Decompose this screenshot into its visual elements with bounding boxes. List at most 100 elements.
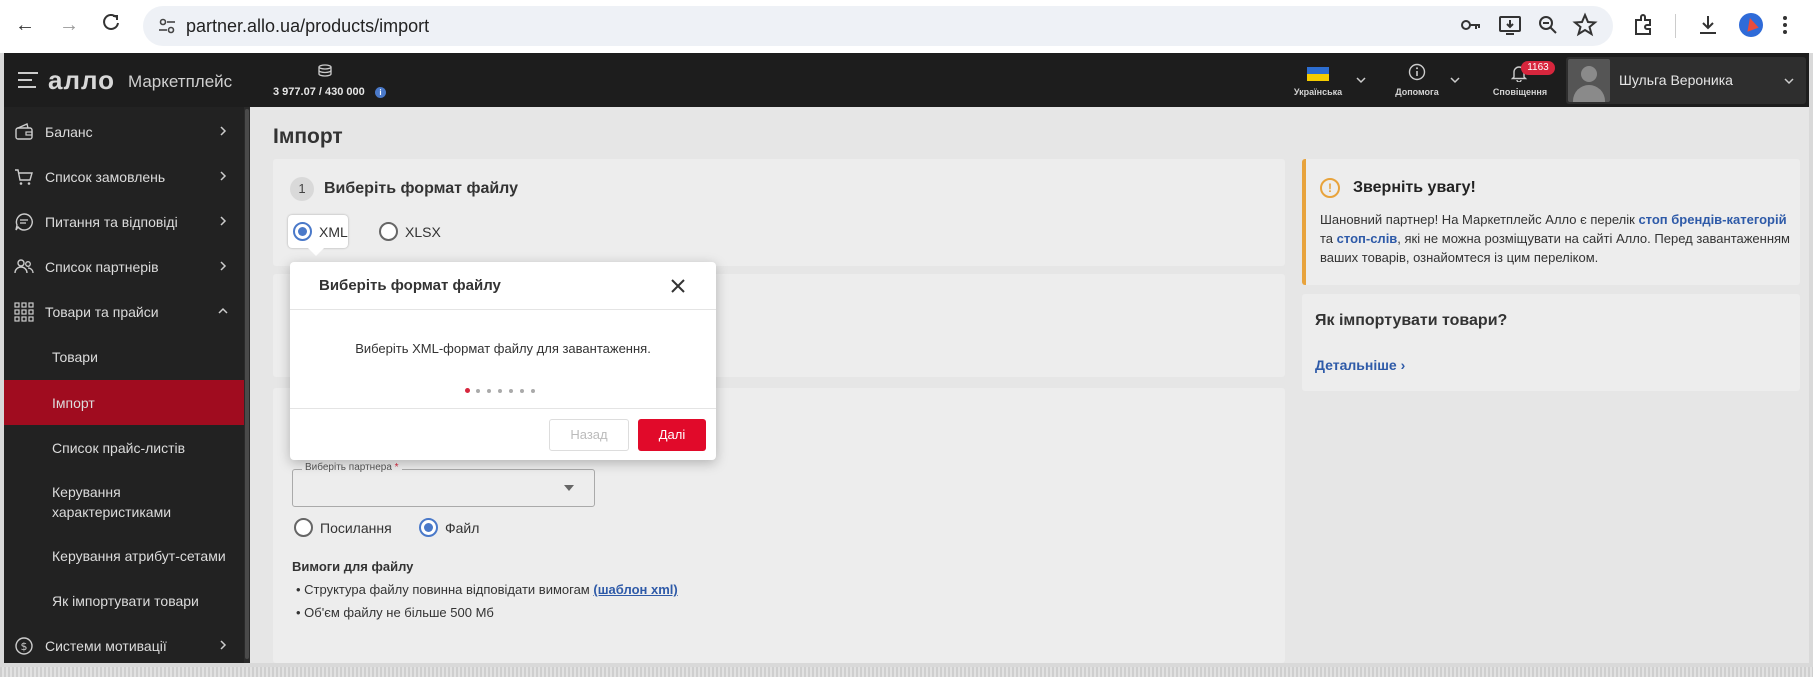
stop-words-link[interactable]: стоп-слів <box>1337 231 1398 246</box>
cart-icon <box>15 169 33 185</box>
sidebar: Баланс Список замовлень Питання та відпо… <box>4 107 246 663</box>
chevron-right-icon <box>220 216 227 226</box>
requirement-item: • Структура файлу повинна відповідати ви… <box>296 582 678 597</box>
password-key-icon[interactable] <box>1458 12 1484 38</box>
next-button[interactable]: Далі <box>638 419 706 451</box>
language-label: Українська <box>1293 87 1343 97</box>
xml-radio-label[interactable]: XML <box>319 224 348 240</box>
sidebar-subitem-label: Список прайс-листів <box>52 440 186 456</box>
chat-icon <box>15 213 33 231</box>
help-menu[interactable]: Допомога <box>1388 53 1446 107</box>
back-arrow-icon[interactable]: ← <box>12 12 38 38</box>
browser-menu-icon[interactable] <box>1782 14 1788 36</box>
sidebar-subitem-import[interactable]: Імпорт <box>4 380 246 425</box>
step-dot <box>487 389 491 393</box>
sidebar-subitem-label: Керування характеристиками <box>52 484 172 520</box>
url-text[interactable]: partner.allo.ua/products/import <box>186 16 429 37</box>
logo-subtitle: Маркетплейс <box>128 72 233 91</box>
downloads-icon[interactable] <box>1695 12 1721 38</box>
chevron-right-icon <box>220 126 227 136</box>
requirements-title: Вимоги для файлу <box>292 559 414 574</box>
close-icon[interactable] <box>668 276 688 296</box>
sidebar-item-label: Питання та відповіді <box>45 214 178 230</box>
step-dot <box>465 388 470 393</box>
sidebar-subitem-label: Товари <box>52 349 98 365</box>
chevron-up-icon <box>218 307 228 314</box>
sidebar-subitem-label: Імпорт <box>52 395 95 411</box>
sidebar-item-balance[interactable]: Баланс <box>4 109 246 154</box>
chevron-down-icon[interactable] <box>1356 75 1366 85</box>
language-selector[interactable]: Українська <box>1290 53 1346 107</box>
install-app-icon[interactable] <box>1497 12 1523 38</box>
sidebar-item-label: Список партнерів <box>45 259 159 275</box>
xlsx-radio-label[interactable]: XLSX <box>405 224 441 240</box>
attention-body: Шановний партнер! На Маркетплейс Алло є … <box>1320 212 1790 265</box>
select-caret-icon[interactable] <box>564 485 574 491</box>
file-source-radio[interactable] <box>419 518 438 537</box>
howto-title: Як імпортувати товари? <box>1315 312 1508 329</box>
xml-template-link[interactable]: (шаблон xml) <box>593 582 677 597</box>
forward-arrow-icon[interactable]: → <box>56 12 82 38</box>
partner-select[interactable] <box>292 469 595 507</box>
notifications-label: Сповіщення <box>1492 87 1548 97</box>
details-link[interactable]: Детальніше › <box>1315 357 1405 373</box>
link-source-radio[interactable] <box>294 518 313 537</box>
users-icon <box>14 259 34 274</box>
extensions-puzzle-icon[interactable] <box>1631 12 1657 38</box>
help-label: Допомога <box>1395 87 1439 97</box>
chevron-right-icon <box>220 261 227 271</box>
chevron-down-icon[interactable] <box>1784 76 1794 86</box>
chevron-down-icon[interactable] <box>1450 75 1460 85</box>
browser-toolbar: ← → partner.allo.ua/products/import <box>0 0 1813 53</box>
bookmark-star-icon[interactable] <box>1572 12 1598 38</box>
stop-brands-link[interactable]: стоп брендів-категорій <box>1638 212 1786 227</box>
sidebar-subitem-characteristics[interactable]: Керування характеристиками <box>4 470 246 530</box>
user-name: Шульга Вероника <box>1619 72 1733 88</box>
sidebar-subitem-how-to-import[interactable]: Як імпортувати товари <box>4 578 246 623</box>
sidebar-item-label: Баланс <box>45 124 93 140</box>
browser-profile-avatar[interactable] <box>1739 13 1763 37</box>
requirement-item: • Об'єм файлу не більше 500 Мб <box>296 605 494 620</box>
zoom-icon[interactable] <box>1535 12 1561 38</box>
bottom-edge <box>0 667 1813 677</box>
step-number: 1 <box>290 177 314 201</box>
sidebar-item-label: Товари та прайси <box>45 304 159 320</box>
allo-logo[interactable]: алло <box>48 65 115 96</box>
hamburger-menu-icon[interactable] <box>18 72 38 88</box>
format-card <box>273 159 1285 266</box>
link-source-label[interactable]: Посилання <box>320 520 392 536</box>
sidebar-subitem-products[interactable]: Товари <box>4 334 246 379</box>
sidebar-subitem-label: Як імпортувати товари <box>52 593 199 609</box>
user-menu[interactable]: Шульга Вероника <box>1566 57 1806 104</box>
balance-amount[interactable]: 3 977.07 / 430 000 <box>273 86 365 98</box>
sidebar-item-products[interactable]: Товари та прайси <box>4 289 246 334</box>
xlsx-radio[interactable] <box>379 222 398 241</box>
notifications-menu[interactable]: Сповіщення <box>1488 53 1552 107</box>
sidebar-item-questions[interactable]: Питання та відповіді <box>4 199 246 244</box>
file-source-label[interactable]: Файл <box>445 520 479 536</box>
wallet-icon <box>15 123 33 140</box>
address-bar[interactable]: partner.allo.ua/products/import <box>143 6 1613 46</box>
page-title: Імпорт <box>273 125 343 148</box>
back-button[interactable]: Назад <box>549 419 629 451</box>
step-dot <box>509 389 513 393</box>
sidebar-subitem-label: Керування атрибут-сетами <box>52 548 226 564</box>
balance-info-icon[interactable]: i <box>375 87 386 98</box>
sidebar-item-motivation[interactable]: $ Системи мотивації <box>4 623 246 663</box>
step-dot <box>476 389 480 393</box>
svg-text:$: $ <box>21 640 28 653</box>
modal-divider <box>290 309 716 310</box>
step-dot <box>520 389 524 393</box>
sidebar-subitem-attribute-sets[interactable]: Керування атрибут-сетами <box>4 533 246 578</box>
sidebar-item-partners[interactable]: Список партнерів <box>4 244 246 289</box>
partner-select-label: Виберіть партнера * <box>302 462 402 473</box>
sidebar-subitem-price-lists[interactable]: Список прайс-листів <box>4 425 246 470</box>
user-avatar <box>1568 59 1610 102</box>
toolbar-divider <box>1675 14 1676 38</box>
chevron-right-icon <box>220 640 227 650</box>
site-settings-icon[interactable] <box>157 16 177 36</box>
sidebar-item-orders[interactable]: Список замовлень <box>4 154 246 199</box>
xml-radio[interactable] <box>293 222 312 241</box>
reload-icon[interactable] <box>98 12 124 38</box>
sidebar-item-label: Список замовлень <box>45 169 166 185</box>
